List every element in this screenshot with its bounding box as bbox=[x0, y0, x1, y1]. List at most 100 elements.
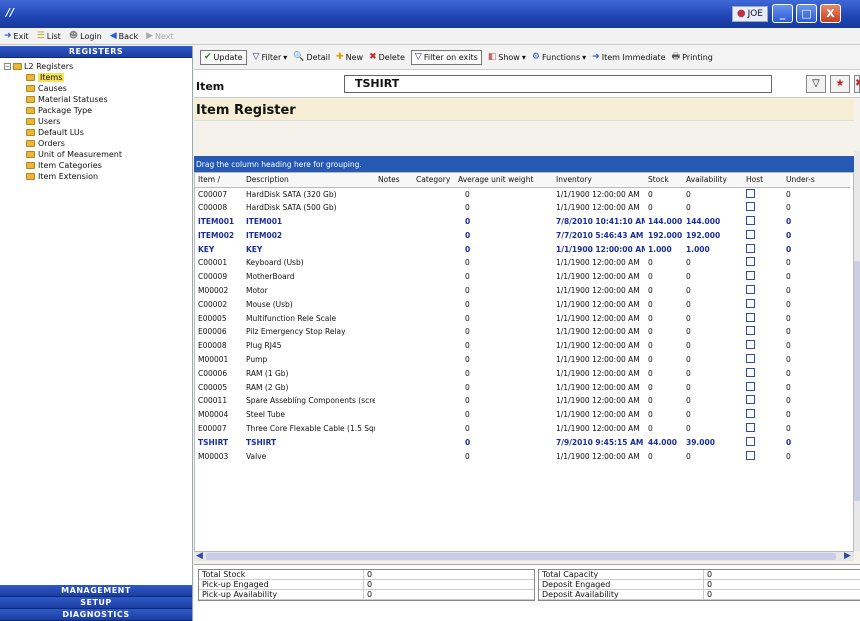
new-button[interactable]: ✚ New bbox=[336, 53, 363, 63]
grouping-bar[interactable]: Drag the column heading here for groupin… bbox=[194, 156, 854, 172]
column-header[interactable]: Availability bbox=[683, 173, 743, 188]
availability-cell: 0 bbox=[686, 382, 691, 392]
filter-value-input[interactable]: TSHIRT bbox=[344, 75, 772, 93]
table-row[interactable]: C00001 Keyboard (Usb) 0 1/1/1900 12:00:00 A… bbox=[195, 256, 850, 270]
host-checkbox[interactable] bbox=[746, 202, 755, 212]
host-checkbox[interactable] bbox=[746, 450, 755, 460]
scroll-right-icon[interactable]: ▶ bbox=[844, 551, 851, 561]
host-checkbox[interactable] bbox=[746, 298, 755, 308]
sidebar-item-material-statuses[interactable]: Material Statuses bbox=[4, 94, 192, 105]
host-checkbox[interactable] bbox=[746, 326, 755, 336]
column-header[interactable]: Average unit weight bbox=[455, 173, 553, 188]
setup-section[interactable]: SETUP bbox=[0, 597, 192, 609]
show-button[interactable]: ◧ Show ▾ bbox=[488, 53, 526, 63]
vertical-scroll-thumb[interactable] bbox=[854, 261, 860, 501]
host-checkbox[interactable] bbox=[746, 243, 755, 253]
tree-root[interactable]: − L2 Registers bbox=[4, 61, 192, 72]
table-row[interactable]: C00002 Mouse (Usb) 0 1/1/1900 12:00:00 AM 0 0… bbox=[195, 297, 850, 311]
sidebar-item-default-lus[interactable]: Default LUs bbox=[4, 127, 192, 138]
host-checkbox[interactable] bbox=[746, 409, 755, 419]
vertical-scrollbar[interactable] bbox=[854, 151, 860, 551]
table-row[interactable]: C00008 HardDisk SATA (500 Gb) 0 1/1/1900 12… bbox=[195, 201, 850, 215]
host-checkbox[interactable] bbox=[746, 422, 755, 432]
host-checkbox[interactable] bbox=[746, 284, 755, 294]
login-button[interactable]: ☻ Login bbox=[69, 31, 102, 41]
registers-header[interactable]: REGISTERS bbox=[0, 46, 192, 58]
management-section[interactable]: MANAGEMENT bbox=[0, 585, 192, 597]
back-button[interactable]: ◀ Back bbox=[110, 31, 138, 41]
stock-cell: 0 bbox=[648, 382, 653, 392]
filter-button[interactable]: ▽ Filter ▾ bbox=[253, 53, 288, 63]
host-checkbox[interactable] bbox=[746, 436, 755, 446]
column-header[interactable]: Stock bbox=[645, 173, 683, 188]
host-cell bbox=[743, 228, 783, 242]
table-row[interactable]: ITEM002 ITEM002 0 7/7/2010 5:46:43 AM 192.00… bbox=[195, 228, 850, 242]
column-header[interactable]: Description bbox=[243, 173, 375, 188]
table-row[interactable]: M00002 Motor 0 1/1/1900 12:00:00 AM 0 0 0 bbox=[195, 284, 850, 298]
sidebar-item-causes[interactable]: Causes bbox=[4, 83, 192, 94]
host-checkbox[interactable] bbox=[746, 257, 755, 267]
item-immediate-button[interactable]: ➜ Item Immediate bbox=[592, 53, 665, 63]
sidebar-item-unit-of-measurement[interactable]: Unit of Measurement bbox=[4, 149, 192, 160]
column-header[interactable]: Host bbox=[743, 173, 783, 188]
collapse-icon[interactable]: − bbox=[4, 63, 11, 70]
horizontal-scrollbar[interactable]: ◀ ▶ bbox=[194, 551, 854, 561]
list-button[interactable]: ☰ List bbox=[37, 31, 61, 41]
table-row[interactable]: KEY KEY 0 1/1/1900 12:00:00 AM 1.000 1.000 0 bbox=[195, 242, 850, 256]
stock-cell: 0 bbox=[648, 203, 653, 213]
host-checkbox[interactable] bbox=[746, 188, 755, 198]
table-row[interactable]: C00006 RAM (1 Gb) 0 1/1/1900 12:00:00 AM 0 0 0 bbox=[195, 366, 850, 380]
host-checkbox[interactable] bbox=[746, 381, 755, 391]
sidebar-item-items[interactable]: Items bbox=[4, 72, 192, 83]
table-row[interactable]: M00003 Valve 0 1/1/1900 12:00:00 AM 0 0 0 bbox=[195, 449, 850, 463]
diagnostics-section[interactable]: DIAGNOSTICS bbox=[0, 609, 192, 621]
table-row[interactable]: C00007 HardDisk SATA (320 Gb) 0 1/1/1900 12… bbox=[195, 187, 850, 201]
table-row[interactable]: M00001 Pump 0 1/1/1900 12:00:00 AM 0 0 0 bbox=[195, 353, 850, 367]
column-header[interactable]: Item / bbox=[195, 173, 243, 188]
table-row[interactable]: TSHIRT TSHIRT 0 7/9/2010 9:45:15 AM 44.000 39… bbox=[195, 435, 850, 449]
host-checkbox[interactable] bbox=[746, 395, 755, 405]
host-checkbox[interactable] bbox=[746, 215, 755, 225]
sidebar-item-package-type[interactable]: Package Type bbox=[4, 105, 192, 116]
column-header[interactable]: Category bbox=[413, 173, 455, 188]
printing-button[interactable]: 🖶 Printing bbox=[672, 53, 713, 63]
host-checkbox[interactable] bbox=[746, 340, 755, 350]
scroll-left-icon[interactable]: ◀ bbox=[196, 551, 203, 561]
table-row[interactable]: C00009 MotherBoard 0 1/1/1900 12:00:00 AM 0 0… bbox=[195, 270, 850, 284]
table-row[interactable]: E00007 Three Core Flexable Cable (1.5 Sqm… bbox=[195, 422, 850, 436]
filter-on-exits-button[interactable]: ▽ Filter on exits bbox=[410, 50, 482, 65]
maximize-button[interactable]: □ bbox=[796, 4, 817, 23]
horizontal-scroll-thumb[interactable] bbox=[206, 553, 836, 560]
table-row[interactable]: E00005 Multifunction Rele Scale 0 1/1/1900 … bbox=[195, 311, 850, 325]
next-button[interactable]: ▶ Next bbox=[146, 31, 174, 41]
host-checkbox[interactable] bbox=[746, 367, 755, 377]
user-badge[interactable]: ● JOE bbox=[731, 6, 768, 22]
apply-filter-button[interactable]: ▽ bbox=[806, 75, 826, 93]
host-checkbox[interactable] bbox=[746, 353, 755, 363]
add-filter-button[interactable]: ★ bbox=[830, 75, 850, 93]
sidebar-item-item-extension[interactable]: Item Extension bbox=[4, 171, 192, 182]
table-row[interactable]: C00011 Spare Asseblíng Components (screw,… bbox=[195, 394, 850, 408]
column-header[interactable]: Notes bbox=[375, 173, 413, 188]
update-button[interactable]: ✔ Update bbox=[200, 50, 247, 65]
column-header[interactable]: Inventory bbox=[553, 173, 645, 188]
exit-button[interactable]: ➜ Exit bbox=[4, 31, 29, 41]
column-header[interactable]: Under-s bbox=[783, 173, 850, 188]
table-row[interactable]: E00008 Plug RJ45 0 1/1/1900 12:00:00 AM 0 0 0 bbox=[195, 339, 850, 353]
sidebar-item-item-categories[interactable]: Item Categories bbox=[4, 160, 192, 171]
table-row[interactable]: M00004 Steel Tube 0 1/1/1900 12:00:00 AM 0 0 0 bbox=[195, 408, 850, 422]
host-checkbox[interactable] bbox=[746, 271, 755, 281]
delete-button[interactable]: ✖ Delete bbox=[369, 53, 405, 63]
functions-button[interactable]: ⚙ Functions ▾ bbox=[532, 53, 586, 63]
table-row[interactable]: E00006 Pilz Emergency Stop Relay 0 1/1/1900… bbox=[195, 325, 850, 339]
table-row[interactable]: ITEM001 ITEM001 0 7/8/2010 10:41:10 AM 144.0… bbox=[195, 215, 850, 229]
remove-filter-button[interactable]: ✖ bbox=[854, 75, 860, 93]
sidebar-item-users[interactable]: Users bbox=[4, 116, 192, 127]
sidebar-item-orders[interactable]: Orders bbox=[4, 138, 192, 149]
host-checkbox[interactable] bbox=[746, 229, 755, 239]
detail-button[interactable]: 🔍 Detail bbox=[293, 53, 330, 63]
minimize-button[interactable]: _ bbox=[772, 4, 793, 23]
host-checkbox[interactable] bbox=[746, 312, 755, 322]
close-button[interactable]: X bbox=[820, 4, 841, 23]
table-row[interactable]: C00005 RAM (2 Gb) 0 1/1/1900 12:00:00 AM 0 0 0 bbox=[195, 380, 850, 394]
